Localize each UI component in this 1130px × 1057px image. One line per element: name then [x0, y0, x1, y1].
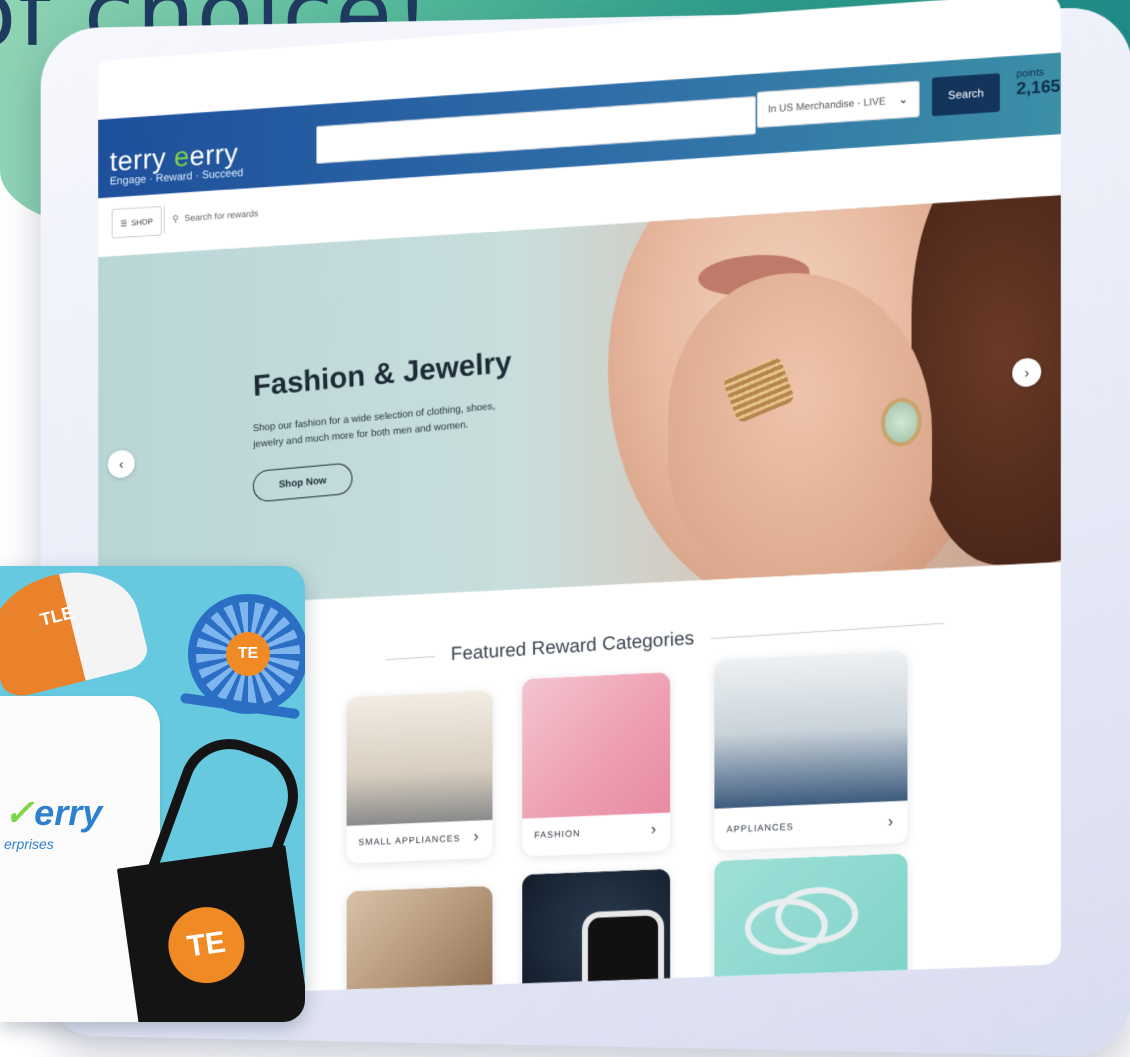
shop-label: SHOP	[131, 216, 154, 228]
chevron-right-icon: ›	[887, 813, 894, 831]
chevron-right-icon: ›	[650, 821, 657, 839]
branded-merch-promo: TLE TE ✓erry erprises TE	[0, 566, 305, 1022]
category-card-beauty[interactable]	[346, 885, 493, 999]
category-image	[714, 853, 908, 998]
search-placeholder: Search for rewards	[184, 208, 259, 224]
category-image	[522, 868, 671, 999]
category-card-watches[interactable]	[522, 868, 671, 999]
chevron-left-icon: ‹	[119, 455, 124, 472]
chevron-down-icon: ⌄	[898, 91, 909, 107]
points-value: 2,165	[1016, 76, 1061, 99]
featured-title: Featured Reward Categories	[450, 628, 695, 666]
hero-title: Fashion & Jewelry	[252, 345, 513, 403]
tshirt-subtext: erprises	[4, 836, 54, 852]
points-balance: points 2,165	[1016, 67, 1060, 98]
branded-cap-image	[0, 566, 152, 701]
shop-menu-button[interactable]: ☰ SHOP	[111, 205, 162, 239]
category-image	[714, 650, 908, 809]
hero-description: Shop our fashion for a wide selection of…	[252, 400, 496, 450]
category-image	[346, 690, 493, 826]
search-icon: ⚲	[172, 213, 179, 224]
category-label: APPLIANCES	[726, 821, 794, 835]
tshirt-brand: ✓erry	[4, 792, 103, 833]
catalog-select-value: In US Merchandise - LIVE	[767, 95, 886, 115]
carousel-prev-button[interactable]: ‹	[107, 449, 135, 479]
category-card-fashion[interactable]: FASHION ›	[522, 672, 671, 857]
category-image	[346, 885, 493, 999]
category-card-appliances[interactable]: APPLIANCES ›	[714, 650, 908, 851]
tote-logo: TE	[163, 902, 250, 989]
category-card-small-appliances[interactable]: SMALL APPLIANCES ›	[346, 690, 493, 864]
shop-now-button[interactable]: Shop Now	[252, 462, 354, 503]
divider	[710, 622, 945, 639]
chevron-right-icon: ›	[1024, 364, 1030, 381]
smartwatch-image	[581, 909, 665, 999]
divider	[385, 655, 436, 660]
hero-carousel: Fashion & Jewelry Shop our fashion for a…	[98, 195, 1061, 611]
menu-icon: ☰	[120, 218, 128, 228]
branded-tote-image: TE	[116, 845, 305, 1022]
chevron-right-icon: ›	[473, 828, 479, 846]
category-label: FASHION	[534, 828, 581, 841]
ring-image	[775, 885, 859, 946]
site-logo[interactable]: terry eerry Engage · Reward · Succeed	[110, 137, 244, 188]
fan-logo: TE	[226, 632, 270, 676]
search-button[interactable]: Search	[932, 73, 1000, 117]
category-label: SMALL APPLIANCES	[358, 833, 461, 848]
category-image	[522, 672, 671, 819]
category-card-jewelry[interactable]	[714, 853, 908, 998]
